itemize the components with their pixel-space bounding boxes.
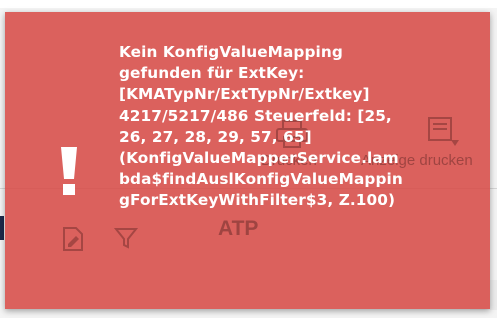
error-message: Kein KonfigValueMapping gefunden für Ext… xyxy=(119,42,464,212)
error-message-line: gForExtKeyWithFilter$3, Z.100) xyxy=(119,191,396,210)
error-message-line: [KMATypNr/ExtTypNr/Extkey] xyxy=(119,85,370,104)
exclamation-icon xyxy=(61,147,77,195)
atp-button-label[interactable]: ATP xyxy=(218,217,258,241)
error-message-line: bda$findAuslKonfigValueMappin xyxy=(119,170,403,189)
app-top-band xyxy=(0,0,497,8)
error-message-line: Kein KonfigValueMapping xyxy=(119,43,343,61)
error-message-line: 4217/5217/486 Steuerfeld: [25, xyxy=(119,106,392,125)
error-message-line: (KonfigValueMapperService.lam xyxy=(119,149,399,168)
filter-icon[interactable] xyxy=(114,226,138,250)
error-message-line: gefunden für ExtKey: xyxy=(119,64,305,83)
error-message-line: 26, 27, 28, 29, 57, 65] xyxy=(119,127,312,146)
error-toast[interactable]: Drucken Anzeige drucken ATP Kein KonfigV… xyxy=(5,12,490,309)
document-edit-icon[interactable] xyxy=(61,226,85,252)
background-edge-element xyxy=(0,216,4,240)
